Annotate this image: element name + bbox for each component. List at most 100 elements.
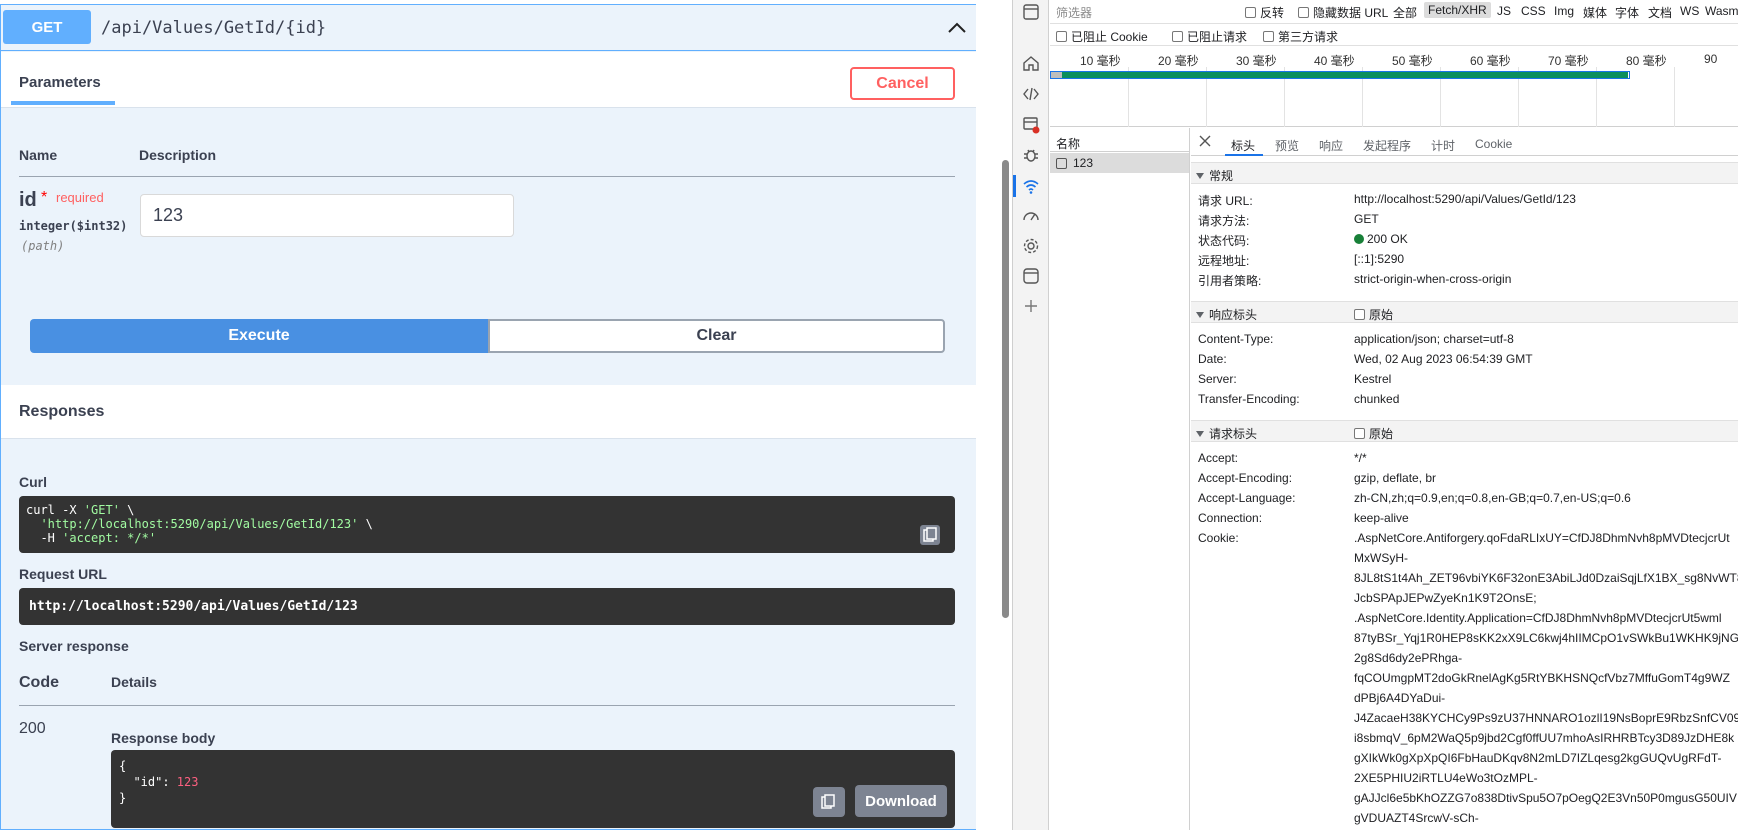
copy-response-button[interactable] bbox=[813, 787, 845, 817]
timeline-tick: 80 毫秒 bbox=[1626, 54, 1667, 68]
id-input[interactable] bbox=[140, 194, 514, 237]
request-headers-section-header[interactable]: 请求标头 原始 bbox=[1191, 420, 1738, 442]
timeline-tick: 50 毫秒 bbox=[1392, 54, 1433, 68]
home-icon[interactable] bbox=[1022, 54, 1040, 72]
raw-checkbox[interactable]: 原始 bbox=[1354, 306, 1393, 323]
response-table-divider bbox=[19, 705, 955, 706]
tab-preview[interactable]: 预览 bbox=[1275, 137, 1299, 154]
active-tool-indicator bbox=[1013, 175, 1016, 197]
wifi-icon[interactable] bbox=[1022, 177, 1040, 195]
curl-method: 'GET' bbox=[83, 503, 120, 517]
type-wasm[interactable]: Wasm bbox=[1705, 4, 1738, 18]
request-headers-title: 请求标头 bbox=[1209, 427, 1258, 441]
console-icon[interactable] bbox=[1022, 116, 1040, 134]
timeline-tick: 40 毫秒 bbox=[1314, 54, 1355, 68]
header-key: Date: bbox=[1198, 352, 1227, 366]
header-key: 请求方法: bbox=[1198, 214, 1250, 228]
swagger-scrollbar-thumb[interactable] bbox=[1002, 160, 1009, 618]
tab-initiator[interactable]: 发起程序 bbox=[1363, 137, 1411, 154]
copy-icon bbox=[821, 794, 835, 809]
triangle-down-icon bbox=[1196, 312, 1204, 318]
tab-cookies[interactable]: Cookie bbox=[1475, 137, 1512, 151]
bug-icon[interactable] bbox=[1022, 146, 1040, 164]
curl-flag: -H bbox=[26, 531, 63, 545]
filter-toolbar-2: 已阻止 Cookie 已阻止请求 第三方请求 bbox=[1050, 24, 1738, 46]
header-value: zh-CN,zh;q=0.9,en;q=0.8,en-GB;q=0.7,en-U… bbox=[1354, 491, 1631, 505]
block-cookies-checkbox[interactable]: 已阻止 Cookie bbox=[1056, 28, 1148, 45]
required-label: required bbox=[56, 190, 104, 205]
required-star: * bbox=[41, 189, 48, 206]
request-name: 123 bbox=[1073, 156, 1094, 170]
active-tab-underline bbox=[1225, 154, 1263, 156]
copy-icon[interactable] bbox=[919, 524, 941, 546]
cookie-line: gVDUAZT4SrcwV-sCh- bbox=[1354, 811, 1479, 825]
status-text: 200 OK bbox=[1367, 232, 1408, 246]
request-url-label: Request URL bbox=[19, 566, 107, 582]
execute-button[interactable]: Execute bbox=[30, 319, 488, 353]
header-value: http://localhost:5290/api/Values/GetId/1… bbox=[1354, 192, 1576, 206]
curl-label: Curl bbox=[19, 474, 47, 490]
tab-response[interactable]: 响应 bbox=[1319, 137, 1343, 154]
panel-toggle-icon[interactable] bbox=[1022, 3, 1040, 21]
params-table-divider bbox=[19, 176, 955, 177]
header-key: Transfer-Encoding: bbox=[1198, 392, 1300, 406]
general-section-header[interactable]: 常规 bbox=[1191, 162, 1738, 184]
checkbox bbox=[1245, 7, 1256, 18]
tab-headers[interactable]: 标头 bbox=[1231, 137, 1255, 154]
type-css[interactable]: CSS bbox=[1521, 4, 1546, 18]
chevron-up-icon[interactable] bbox=[946, 17, 968, 39]
tab-parameters[interactable]: Parameters bbox=[19, 74, 101, 91]
devtools-activity-bar bbox=[1013, 0, 1049, 830]
elements-icon[interactable] bbox=[1022, 85, 1040, 103]
gear-icon[interactable] bbox=[1022, 237, 1040, 255]
hide-data-urls-label: 隐藏数据 URL bbox=[1313, 6, 1389, 20]
header-value: */* bbox=[1354, 451, 1367, 465]
timeline-tick: 20 毫秒 bbox=[1158, 54, 1199, 68]
operation-summary[interactable]: GET /api/Values/GetId/{id} bbox=[1, 5, 976, 51]
type-all[interactable]: 全部 bbox=[1393, 4, 1417, 21]
cookie-line: gAJJcl6e5bKhOZZG7o838DtivSpu5O7pOegQ2E3V… bbox=[1354, 791, 1737, 805]
filter-input[interactable]: 筛选器 bbox=[1056, 3, 1236, 21]
network-timeline[interactable]: 10 毫秒 20 毫秒 30 毫秒 40 毫秒 50 毫秒 60 毫秒 70 毫… bbox=[1050, 47, 1738, 127]
clear-button[interactable]: Clear bbox=[488, 319, 945, 353]
header-key: Server: bbox=[1198, 372, 1237, 386]
raw-label: 原始 bbox=[1369, 427, 1394, 441]
curl-tail-1: \ bbox=[119, 503, 135, 517]
type-js[interactable]: JS bbox=[1497, 4, 1511, 18]
request-row[interactable]: 123 bbox=[1050, 153, 1189, 173]
column-name-header: Name bbox=[19, 147, 58, 163]
type-font[interactable]: 字体 bbox=[1615, 4, 1639, 21]
response-headers-title: 响应标头 bbox=[1209, 308, 1258, 322]
hide-data-urls-checkbox[interactable]: 隐藏数据 URL bbox=[1298, 4, 1388, 21]
cookie-line: .AspNetCore.Identity.Application=CfDJ8Dh… bbox=[1354, 611, 1722, 625]
plus-icon[interactable] bbox=[1022, 297, 1040, 315]
file-icon bbox=[1056, 157, 1067, 169]
close-icon[interactable] bbox=[1199, 135, 1211, 147]
header-key: Connection: bbox=[1198, 511, 1263, 525]
type-media[interactable]: 媒体 bbox=[1583, 4, 1607, 21]
name-column-header[interactable]: 名称 bbox=[1050, 128, 1189, 152]
performance-icon[interactable] bbox=[1022, 207, 1040, 225]
type-fetch-xhr[interactable]: Fetch/XHR bbox=[1424, 2, 1491, 18]
cookie-line: i8sbmqV_6pM2WaQ5p9jbd2Cgf0ffUU7mhoAsIRHR… bbox=[1354, 731, 1735, 745]
column-description-header: Description bbox=[139, 147, 217, 163]
blocked-requests-checkbox[interactable]: 已阻止请求 bbox=[1172, 28, 1247, 45]
header-value: Wed, 02 Aug 2023 06:54:39 GMT bbox=[1354, 352, 1533, 366]
type-ws[interactable]: WS bbox=[1680, 4, 1699, 18]
type-img[interactable]: Img bbox=[1554, 4, 1574, 18]
tab-timing[interactable]: 计时 bbox=[1431, 137, 1455, 154]
cancel-button[interactable]: Cancel bbox=[850, 67, 955, 100]
response-headers-section-header[interactable]: 响应标头 原始 bbox=[1191, 301, 1738, 323]
checkbox bbox=[1263, 31, 1274, 42]
raw-checkbox[interactable]: 原始 bbox=[1354, 425, 1393, 442]
type-doc[interactable]: 文档 bbox=[1648, 4, 1672, 21]
header-value: chunked bbox=[1354, 392, 1400, 406]
triangle-down-icon bbox=[1196, 431, 1204, 437]
download-button[interactable]: Download bbox=[855, 785, 947, 817]
invert-checkbox[interactable]: 反转 bbox=[1245, 4, 1284, 21]
header-value: GET bbox=[1354, 212, 1379, 226]
cookie-line: JcbSPApJEPwZyeKn1K9T2OnsE; bbox=[1354, 591, 1537, 605]
third-party-checkbox[interactable]: 第三方请求 bbox=[1263, 28, 1338, 45]
application-icon[interactable] bbox=[1022, 267, 1040, 285]
header-key: Accept-Encoding: bbox=[1198, 471, 1293, 485]
